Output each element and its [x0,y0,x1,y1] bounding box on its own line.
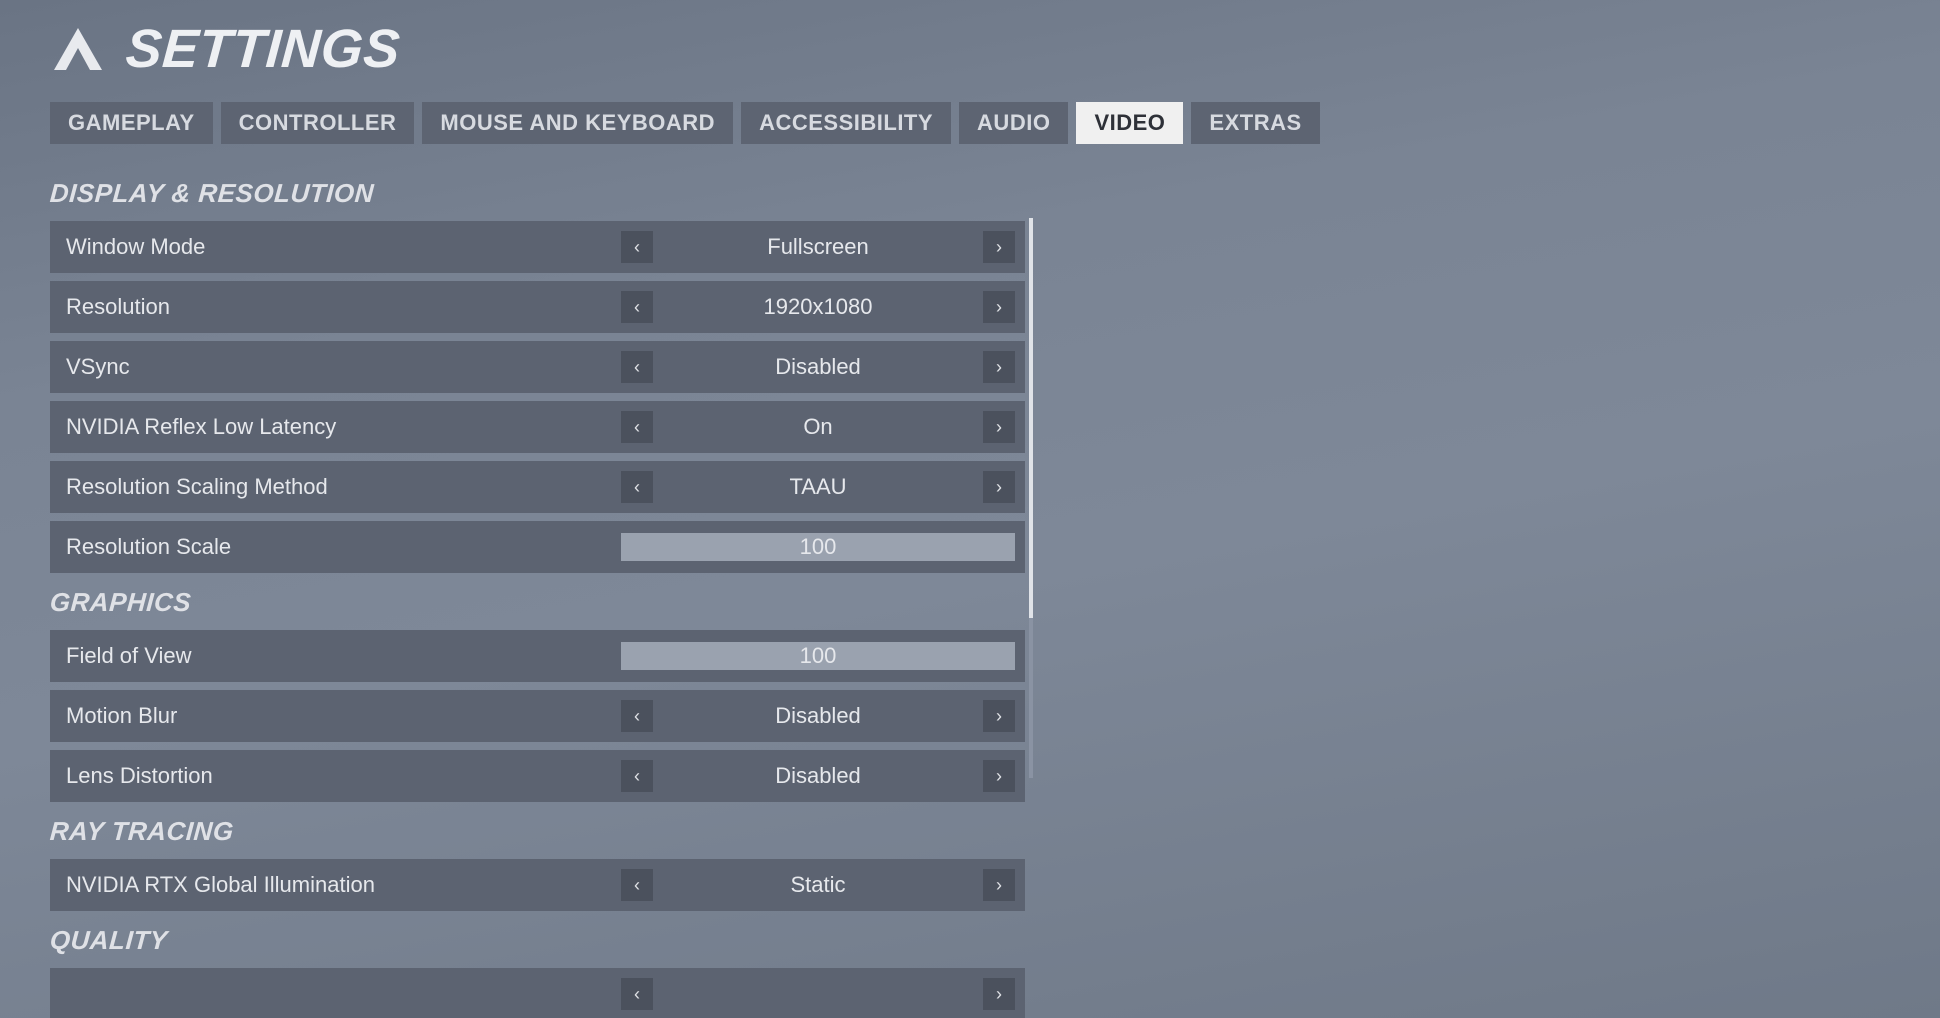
setting-value-group: ‹Disabled› [621,750,1015,802]
setting-value-group: ‹On› [621,401,1015,453]
settings-panel: DISPLAY & RESOLUTIONWindow Mode‹Fullscre… [50,178,1025,1018]
setting-value-group: 100 [621,521,1015,573]
tab-video[interactable]: VIDEO [1076,102,1183,144]
chevron-left-icon[interactable]: ‹ [621,471,653,503]
chevron-right-icon[interactable]: › [983,411,1015,443]
setting-row: Motion Blur‹Disabled› [50,690,1025,742]
tab-gameplay[interactable]: GAMEPLAY [50,102,213,144]
setting-label: Resolution Scaling Method [66,474,621,500]
tabs: GAMEPLAYCONTROLLERMOUSE AND KEYBOARDACCE… [50,102,1940,144]
setting-row: Resolution‹1920x1080› [50,281,1025,333]
setting-value-group: ‹1920x1080› [621,281,1015,333]
chevron-left-icon[interactable]: ‹ [621,978,653,1010]
setting-row: NVIDIA Reflex Low Latency‹On› [50,401,1025,453]
setting-label: VSync [66,354,621,380]
slider[interactable]: 100 [621,642,1015,670]
setting-value: On [657,414,979,440]
setting-label: Field of View [66,643,621,669]
chevron-left-icon[interactable]: ‹ [621,700,653,732]
section-title: DISPLAY & RESOLUTION [49,178,1026,209]
setting-label: Window Mode [66,234,621,260]
setting-value-group: ‹Fullscreen› [621,221,1015,273]
setting-label: NVIDIA RTX Global Illumination [66,872,621,898]
scrollbar-thumb[interactable] [1029,218,1033,618]
chevron-left-icon[interactable]: ‹ [621,760,653,792]
chevron-left-icon[interactable]: ‹ [621,411,653,443]
setting-value: 1920x1080 [657,294,979,320]
setting-value-group: ‹TAAU› [621,461,1015,513]
tab-extras[interactable]: EXTRAS [1191,102,1319,144]
setting-label: Resolution Scale [66,534,621,560]
chevron-right-icon[interactable]: › [983,231,1015,263]
setting-row: VSync‹Disabled› [50,341,1025,393]
setting-row: Resolution Scaling Method‹TAAU› [50,461,1025,513]
chevron-right-icon[interactable]: › [983,869,1015,901]
chevron-right-icon[interactable]: › [983,351,1015,383]
slider-value: 100 [621,642,1015,670]
tab-audio[interactable]: AUDIO [959,102,1068,144]
setting-row: ‹› [50,968,1025,1018]
slider-track: 100 [621,533,1015,561]
setting-label: NVIDIA Reflex Low Latency [66,414,621,440]
chevron-right-icon[interactable]: › [983,760,1015,792]
setting-value: Fullscreen [657,234,979,260]
chevron-right-icon[interactable]: › [983,978,1015,1010]
game-logo-icon [50,24,106,74]
setting-value: Disabled [657,703,979,729]
settings-screen: SETTINGS GAMEPLAYCONTROLLERMOUSE AND KEY… [0,0,1940,1018]
setting-value-group: 100 [621,630,1015,682]
header: SETTINGS [50,18,1940,80]
tab-controller[interactable]: CONTROLLER [221,102,415,144]
slider-value: 100 [621,533,1015,561]
chevron-left-icon[interactable]: ‹ [621,231,653,263]
chevron-right-icon[interactable]: › [983,471,1015,503]
section-title: RAY TRACING [49,816,1026,847]
setting-row: Lens Distortion‹Disabled› [50,750,1025,802]
setting-label: Motion Blur [66,703,621,729]
setting-value-group: ‹Disabled› [621,690,1015,742]
section-title: QUALITY [49,925,1026,956]
setting-value: Disabled [657,763,979,789]
chevron-left-icon[interactable]: ‹ [621,869,653,901]
setting-row: Resolution Scale100 [50,521,1025,573]
setting-value-group: ‹Disabled› [621,341,1015,393]
setting-label: Resolution [66,294,621,320]
setting-value: TAAU [657,474,979,500]
section-title: GRAPHICS [49,587,1026,618]
slider-track: 100 [621,642,1015,670]
setting-value-group: ‹Static› [621,859,1015,911]
chevron-left-icon[interactable]: ‹ [621,351,653,383]
chevron-left-icon[interactable]: ‹ [621,291,653,323]
chevron-right-icon[interactable]: › [983,291,1015,323]
chevron-right-icon[interactable]: › [983,700,1015,732]
setting-value: Static [657,872,979,898]
tab-accessibility[interactable]: ACCESSIBILITY [741,102,951,144]
slider[interactable]: 100 [621,533,1015,561]
setting-value-group: ‹› [621,968,1015,1018]
page-title: SETTINGS [124,18,402,80]
setting-row: Field of View100 [50,630,1025,682]
setting-row: Window Mode‹Fullscreen› [50,221,1025,273]
setting-row: NVIDIA RTX Global Illumination‹Static› [50,859,1025,911]
tab-mouse-and-keyboard[interactable]: MOUSE AND KEYBOARD [422,102,733,144]
setting-label: Lens Distortion [66,763,621,789]
scrollbar[interactable] [1029,218,1033,778]
setting-value: Disabled [657,354,979,380]
